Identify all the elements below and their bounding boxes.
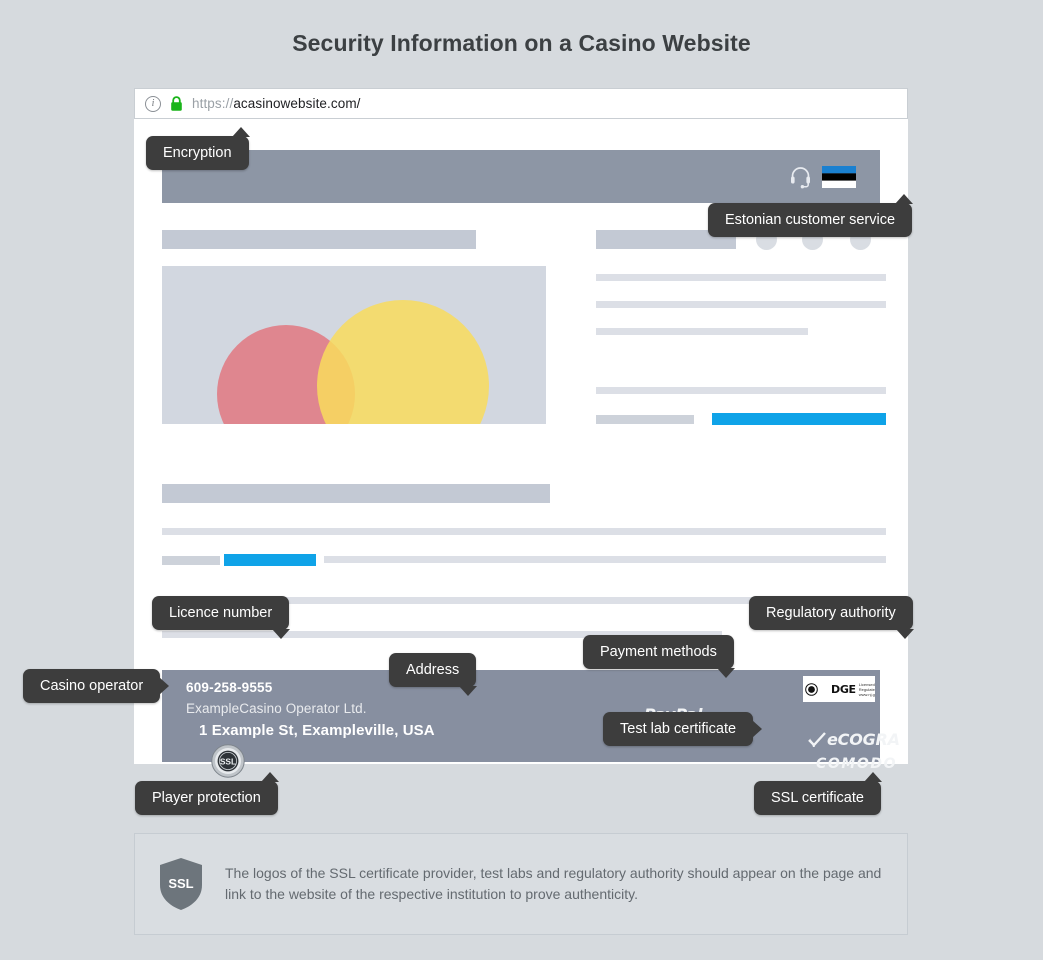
hero-image-placeholder [162,266,546,424]
callout-player-protection: Player protection [135,772,279,815]
url-scheme: https:// [192,96,234,111]
svg-text:SSL: SSL [168,876,193,891]
callout-encryption-label: Encryption [163,145,232,161]
site-footer-bar: 609-258-9555 ExampleCasino Operator Ltd.… [162,670,900,778]
callout-licence-number: Licence number [152,596,291,639]
callout-customer-service: Estonian customer service [708,194,914,237]
headset-icon[interactable] [788,164,813,189]
callout-regulatory-authority-label: Regulatory authority [766,605,896,621]
skeleton-line-m3 [324,556,886,563]
callout-test-lab-certificate-label: Test lab certificate [620,721,737,737]
dge-regulator-logo[interactable]: DGE Licensed & Regulated www.nj.gov/oag/… [803,676,875,702]
footer-address: 1 Example St, Exampleville, USA [199,722,435,739]
site-header-bar [162,150,880,203]
callout-encryption: Encryption [146,127,250,170]
callout-address: Address [389,653,478,696]
skeleton-line-r2 [596,301,886,308]
url-text[interactable]: https://acasinowebsite.com/ [192,96,361,111]
skeleton-label-r5 [596,415,694,424]
skeleton-heading-mid [162,484,550,503]
checkmark-icon [808,731,826,747]
chart-circle-yellow [317,300,489,424]
ssl-seal-icon[interactable]: SSL [211,744,245,778]
browser-window: i https://acasinowebsite.com/ 609-258-95… [134,88,908,778]
ssl-shield-icon: SSL [160,858,202,910]
footer-phone: 609-258-9555 [186,680,273,695]
skeleton-heading-left [162,230,476,249]
callout-player-protection-label: Player protection [152,790,261,806]
page-title: Security Information on a Casino Website [292,30,751,56]
callout-customer-service-label: Estonian customer service [725,212,896,228]
callout-payment-methods: Payment methods [583,635,735,678]
padlock-icon[interactable] [170,95,183,112]
dge-sub-line3: www.nj.gov/oag/ge [858,691,875,697]
dge-subtext: Licensed & Regulated www.nj.gov/oag/ge [856,682,875,697]
callout-licence-number-label: Licence number [169,605,273,621]
footer-operator-name: ExampleCasino Operator Ltd. [186,701,367,716]
callout-casino-operator-label: Casino operator [40,678,144,694]
ecogra-text: eCOGRA [827,730,900,749]
callout-ssl-certificate: SSL certificate [754,772,882,815]
skeleton-label-m2 [162,556,220,565]
callout-test-lab-certificate: Test lab certificate [603,712,763,746]
dge-seal-icon [805,682,818,696]
estonia-flag-icon [822,165,856,188]
callout-address-label: Address [406,662,460,678]
skeleton-line-m1 [162,528,886,535]
skeleton-line-r1 [596,274,886,281]
skeleton-line-r4 [596,387,886,394]
note-text: The logos of the SSL certificate provide… [225,865,882,902]
callout-regulatory-authority: Regulatory authority [749,596,914,639]
url-host: acasinowebsite.com/ [233,96,361,111]
skeleton-accent-bar-right [712,413,886,425]
skeleton-accent-bar-mid [224,554,316,566]
callout-casino-operator: Casino operator [23,669,170,703]
callout-ssl-certificate-label: SSL certificate [771,790,864,806]
comodo-logo[interactable]: COMODO [816,756,897,772]
callout-payment-methods-label: Payment methods [600,644,717,660]
browser-url-bar[interactable]: i https://acasinowebsite.com/ [134,88,908,119]
note-panel: SSL The logos of the SSL certificate pro… [134,833,908,935]
dge-mark-text: DGE [831,682,856,696]
dge-sub-line2: Regulated [858,686,875,692]
info-circle-icon[interactable]: i [145,95,161,112]
dge-sub-line1: Licensed & [858,681,875,687]
svg-text:SSL: SSL [220,756,236,766]
ecogra-logo[interactable]: eCOGRA [807,730,900,749]
skeleton-line-r3 [596,328,808,335]
